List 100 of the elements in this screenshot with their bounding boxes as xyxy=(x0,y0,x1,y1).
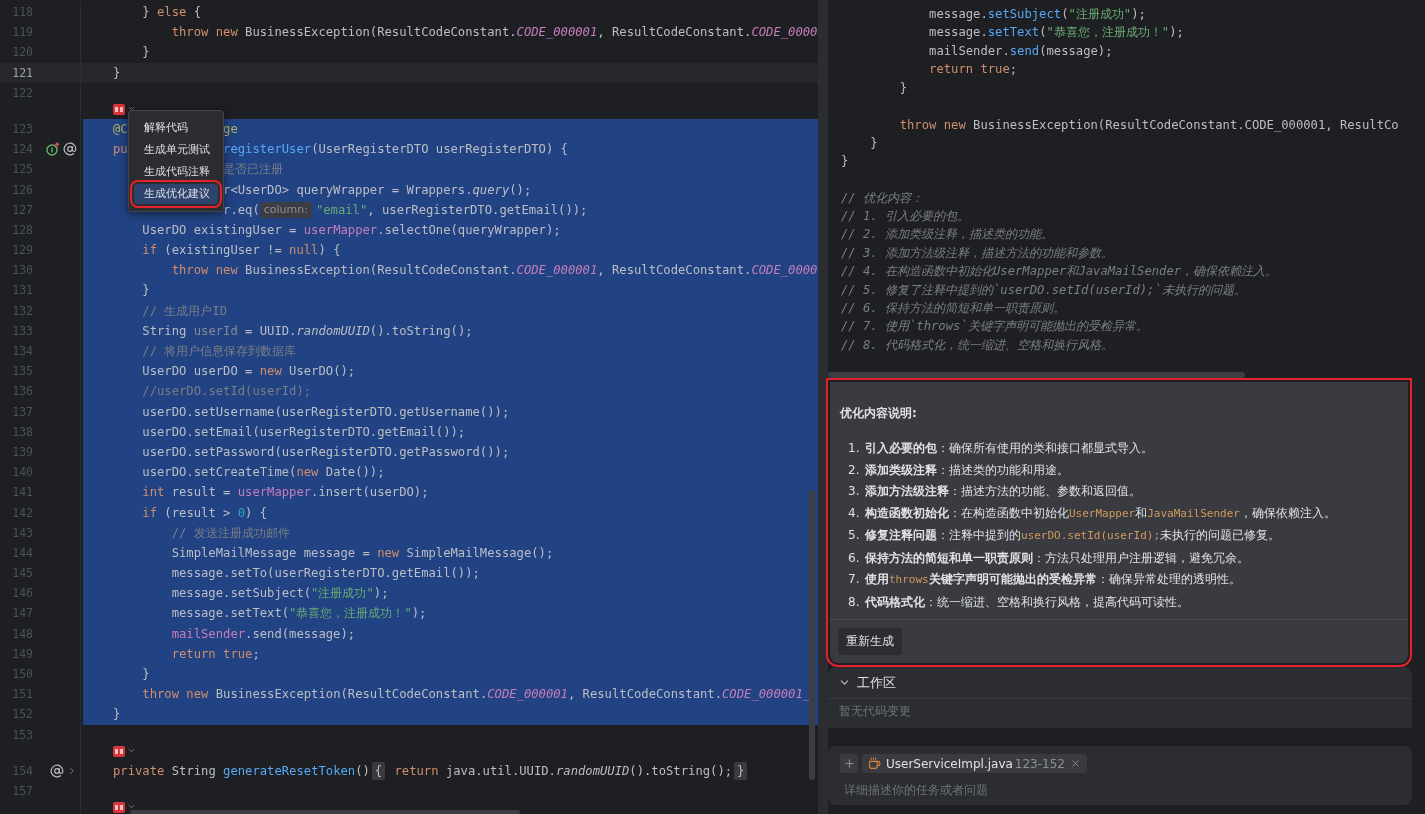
item-number: 2. xyxy=(848,461,861,479)
scrollbar-thumb[interactable] xyxy=(809,490,815,780)
code-text: // 7. 使用`throws`关键字声明可能抛出的受检异常。 xyxy=(841,318,1148,336)
plus-icon xyxy=(842,757,856,770)
code-text: } xyxy=(870,135,878,150)
code-text: 是否已注册 xyxy=(223,161,284,179)
code-text: userDO.setEmail(userRegisterDTO.getEmail()); xyxy=(142,423,466,441)
parameter-hint: column: xyxy=(259,201,312,218)
item-number: 1. xyxy=(848,440,861,457)
code-text: // 4. 在构造函数中初始化UserMapper和JavaMailSender，确保依赖注入。 xyxy=(841,263,1278,281)
chat-input-box[interactable]: UserServiceImpl.java 123-152 详细描述你的任务或者问题 xyxy=(828,746,1412,805)
code-text: } xyxy=(113,64,121,82)
code-text: return java.util.UUID.randomUUID().toString(); xyxy=(393,762,733,780)
code-text: if (result > 0) { xyxy=(142,504,268,522)
scrollbar-thumb[interactable] xyxy=(828,372,1245,378)
code-text: //userDO.setId(userId); xyxy=(142,383,312,401)
code-text: r<UserDO> queryWrapper = Wrappers.query(); xyxy=(223,181,532,199)
item-text: 保持方法的简短和单一职责原则：方法只处理用户注册逻辑，避免冗余。 xyxy=(865,549,1249,567)
code-text: pu xyxy=(113,141,128,159)
code-text: } xyxy=(841,154,849,169)
item-number: 3. xyxy=(848,483,861,500)
code-text: // 6. 保持方法的简短和单一职责原则。 xyxy=(841,299,1066,317)
code-text: throw new BusinessException(ResultCodeConstant.CODE_000001, ResultCodeConstant.CODE_0000 xyxy=(171,262,818,280)
item-text: 添加类级注释：描述类的功能和用途。 xyxy=(865,461,1069,479)
code-text: UserDO existingUser = userMapper.selectOne(queryWrapper); xyxy=(142,221,561,239)
code-text: return true; xyxy=(929,62,1018,77)
code-text: throw new BusinessException(ResultCodeConstant.CODE_000001, ResultCo xyxy=(899,117,1399,132)
at-sign-icon[interactable] xyxy=(63,142,77,157)
regenerate-button[interactable]: 重新生成 xyxy=(838,628,902,655)
line-range: 123-152 xyxy=(1014,756,1065,771)
explanation-title: 优化内容说明: xyxy=(838,405,918,422)
item-text: 代码格式化：统一缩进、空格和换行风格，提高代码可读性。 xyxy=(865,593,1189,611)
item-number: 8. xyxy=(848,593,861,611)
item-text: 使用throws关键字声明可能抛出的受检异常：确保异常处理的透明性。 xyxy=(865,571,1241,588)
menu-item[interactable]: 生成单元测试 xyxy=(134,140,218,160)
prompt-input-field[interactable]: 详细描述你的任务或者问题 xyxy=(840,781,1400,799)
code-text: message.setSubject("注册成功"); xyxy=(171,585,389,603)
code-text: private String generateResetToken() xyxy=(113,762,370,780)
code-text: throw new BusinessException(ResultCodeConstant.CODE_000001, ResultCodeConstant.CODE_000001_ xyxy=(142,686,811,704)
folded-brace[interactable]: } xyxy=(734,761,748,780)
code-text: r.eq( xyxy=(223,201,260,219)
code-text: message.setText("恭喜您，注册成功！"); xyxy=(171,605,427,623)
code-text: message.setText("恭喜您，注册成功！"); xyxy=(929,24,1184,42)
folded-brace[interactable]: { xyxy=(371,761,386,780)
code-text: } xyxy=(142,282,150,300)
code-text: String userId = UUID.randomUUID().toString(); xyxy=(142,322,473,340)
item-number: 5. xyxy=(848,527,861,544)
code-text: // 将用户信息保存到数据库 xyxy=(142,343,297,360)
item-text: 构造函数初始化：在构造函数中初始化UserMapper和JavaMailSender，确保依赖注入。 xyxy=(865,504,1336,522)
plugin-badge-icon[interactable] xyxy=(113,802,125,814)
at-sign-icon[interactable] xyxy=(50,763,64,778)
code-text: // 发送注册成功邮件 xyxy=(171,524,290,542)
code-text: SimpleMailMessage message = new SimpleMailMessage(); xyxy=(171,544,554,562)
code-text: mailSender.send(message); xyxy=(929,43,1113,58)
item-number: 4. xyxy=(848,504,861,522)
workspace-header[interactable]: 工作区 xyxy=(828,667,1412,699)
plugin-badge-icon[interactable] xyxy=(113,103,125,115)
item-number: 6. xyxy=(848,549,861,567)
code-text: mailSender.send(message); xyxy=(171,625,356,643)
empty-state-text: 暂无代码变更 xyxy=(838,703,912,720)
code-text: // 1. 引入必要的包。 xyxy=(841,208,970,225)
code-text: if (existingUser != null) { xyxy=(142,242,341,260)
code-text: userDO.setPassword(userRegisterDTO.getPassword()); xyxy=(142,443,510,461)
code-text: userDO.setUsername(userRegisterDTO.getUsername()); xyxy=(142,403,510,421)
code-text: } else { xyxy=(142,4,202,21)
code-text: UserDO userDO = new UserDO(); xyxy=(142,363,356,381)
item-number: 7. xyxy=(848,571,861,588)
code-text: message.setTo(userRegisterDTO.getEmail()); xyxy=(171,565,480,583)
menu-item[interactable]: 解释代码 xyxy=(134,118,218,138)
file-name: UserServiceImpl.java xyxy=(886,756,1013,771)
code-text: // 8. 代码格式化，统一缩进、空格和换行风格。 xyxy=(841,336,1114,354)
code-text: // 生成用户ID xyxy=(142,302,228,320)
code-text: ge xyxy=(223,120,238,138)
add-context-button[interactable] xyxy=(840,754,858,773)
item-text: 修复注释问题：注释中提到的userDO.setId(userId);未执行的问题已修复。 xyxy=(865,527,1281,544)
code-text: // 2. 添加类级注释，描述类的功能。 xyxy=(841,226,1054,244)
menu-item[interactable]: 生成代码注释 xyxy=(134,162,218,182)
code-text: return true; xyxy=(171,645,260,663)
code-text: @C xyxy=(113,120,128,138)
scrollbar-thumb[interactable] xyxy=(130,810,520,814)
implementation-marker-icon[interactable] xyxy=(46,142,60,157)
close-icon[interactable] xyxy=(1070,758,1081,769)
code-text: // 5. 修复了注释中提到的`userDO.setId(userId);`未执行的问题。 xyxy=(841,281,1246,299)
item-text: 添加方法级注释：描述方法的功能、参数和返回值。 xyxy=(865,483,1141,500)
plugin-badge-icon[interactable] xyxy=(113,745,125,757)
code-text: } xyxy=(142,666,150,683)
code-text: } xyxy=(113,706,121,724)
code-text: } xyxy=(142,44,150,62)
code-text: message.setSubject("注册成功"); xyxy=(929,5,1146,23)
code-text: } xyxy=(899,80,908,95)
chevron-right-icon[interactable] xyxy=(67,765,77,776)
item-text: 引入必要的包：确保所有使用的类和接口都显式导入。 xyxy=(865,440,1153,457)
code-text: userDO.setCreateTime(new Date()); xyxy=(142,464,385,482)
code-text: // 3. 添加方法级注释，描述方法的功能和参数。 xyxy=(841,244,1114,262)
file-chip[interactable]: UserServiceImpl.java 123-152 xyxy=(862,754,1087,773)
coffee-cup-icon xyxy=(868,757,881,770)
code-text: registerUser(UserRegisterDTO userRegisterDTO) { xyxy=(223,141,568,159)
code-text: int result = userMapper.insert(userDO); xyxy=(142,484,429,502)
line-number: 121 xyxy=(11,64,33,82)
code-text: // 优化内容： xyxy=(841,189,923,207)
